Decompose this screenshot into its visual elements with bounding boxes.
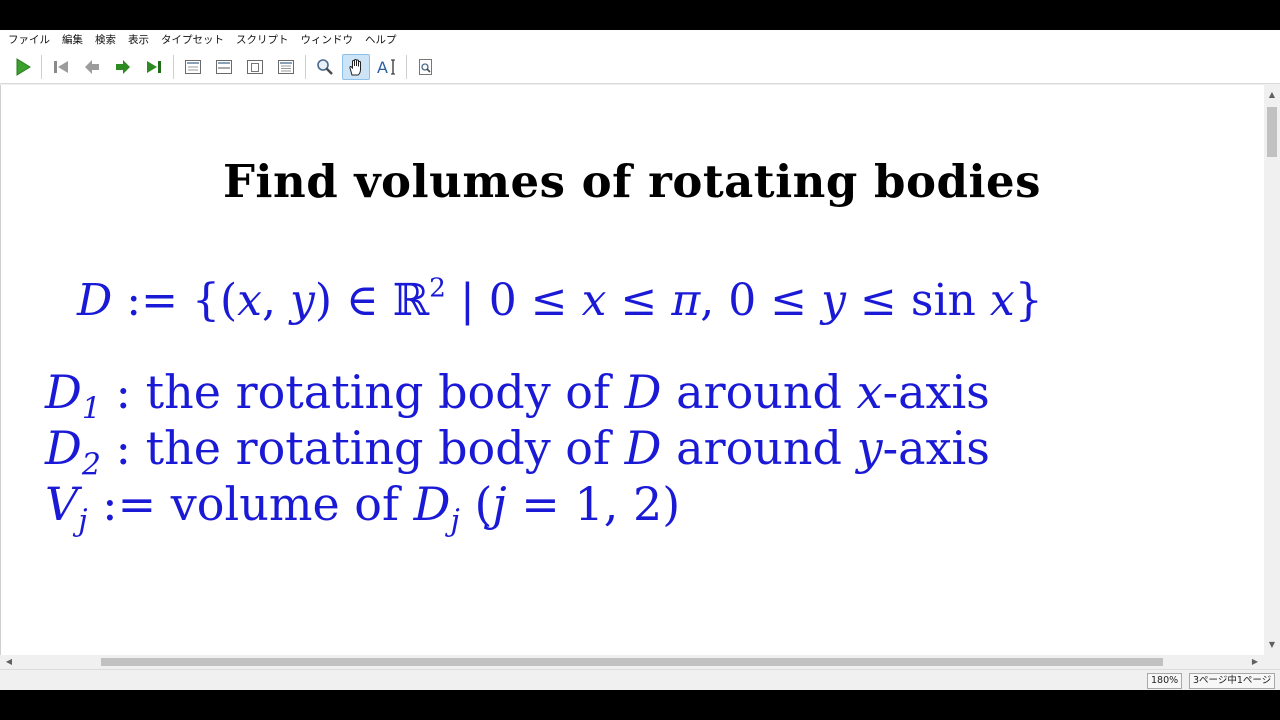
menu-help[interactable]: ヘルプ <box>359 30 403 50</box>
definition-d1: D1 : the rotating body of D around x-axi… <box>45 365 990 427</box>
svg-text:A: A <box>377 58 388 77</box>
vertical-scrollbar[interactable]: ▲ ▼ <box>1264 85 1280 655</box>
horizontal-scroll-thumb[interactable] <box>101 658 1163 666</box>
fit-width-icon <box>216 59 232 74</box>
toolbar-separator <box>41 54 42 79</box>
scrollbar-corner <box>1264 655 1280 669</box>
scroll-down-icon[interactable]: ▼ <box>1264 637 1280 653</box>
fit-window-button[interactable] <box>272 54 300 80</box>
menu-typeset[interactable]: タイプセット <box>155 30 230 50</box>
definition-vj: Vj := volume of Dj (j = 1, 2) <box>45 477 681 539</box>
menu-window[interactable]: ウィンドウ <box>295 30 360 50</box>
menu-view[interactable]: 表示 <box>122 30 155 50</box>
magnifier-icon <box>317 58 333 75</box>
next-page-icon <box>116 59 130 74</box>
fit-page-icon <box>247 59 263 74</box>
toolbar: A <box>0 50 1280 84</box>
document-search-button[interactable] <box>412 54 440 80</box>
horizontal-scrollbar[interactable]: ◀ ▶ <box>0 655 1264 669</box>
menu-script[interactable]: スクリプト <box>230 30 295 50</box>
first-page-button[interactable] <box>47 54 75 80</box>
definition-d2: D2 : the rotating body of D around y-axi… <box>45 421 990 483</box>
status-bar: 180% 3ページ中1ページ <box>0 669 1280 690</box>
previous-page-icon <box>85 59 99 74</box>
document-search-icon <box>419 58 432 75</box>
hand-tool-icon <box>349 58 361 75</box>
zoom-level[interactable]: 180% <box>1147 673 1183 689</box>
typeset-icon <box>16 57 31 76</box>
previous-page-button[interactable] <box>78 54 106 80</box>
menu-bar: ファイル 編集 検索 表示 タイプセット スクリプト ウィンドウ ヘルプ <box>0 30 1280 50</box>
typeset-button[interactable] <box>8 54 36 80</box>
fit-window-icon <box>278 59 294 74</box>
magnify-button[interactable] <box>311 54 339 80</box>
scroll-right-icon[interactable]: ▶ <box>1248 655 1262 669</box>
menu-edit[interactable]: 編集 <box>56 30 89 50</box>
page-title: Find volumes of rotating bodies <box>222 155 1042 208</box>
last-page-button[interactable] <box>140 54 168 80</box>
menu-file[interactable]: ファイル <box>2 30 56 50</box>
fit-width-button[interactable] <box>210 54 238 80</box>
domain-equation: D := {(x, y) ∈ ℝ2 | 0 ≤ x ≤ π, 0 ≤ y ≤ s… <box>77 272 1043 326</box>
hand-tool-button[interactable] <box>342 53 370 80</box>
next-page-button[interactable] <box>109 54 137 80</box>
actual-size-button[interactable] <box>179 54 207 80</box>
vertical-scroll-thumb[interactable] <box>1267 107 1277 157</box>
toolbar-separator <box>406 54 407 79</box>
toolbar-separator <box>305 54 306 79</box>
toolbar-separator <box>173 54 174 79</box>
pdf-page[interactable]: Find volumes of rotating bodies D := {(x… <box>0 85 1264 655</box>
fit-page-button[interactable] <box>241 54 269 80</box>
scroll-left-icon[interactable]: ◀ <box>2 655 16 669</box>
menu-search[interactable]: 検索 <box>89 30 122 50</box>
scroll-up-icon[interactable]: ▲ <box>1264 87 1280 103</box>
first-page-icon <box>54 60 68 73</box>
actual-size-icon <box>185 59 201 74</box>
last-page-icon <box>147 60 161 73</box>
texworks-window: ファイル 編集 検索 表示 タイプセット スクリプト ウィンドウ ヘルプ A F… <box>0 30 1280 690</box>
select-text-button[interactable]: A <box>373 54 401 80</box>
page-indicator[interactable]: 3ページ中1ページ <box>1189 673 1276 689</box>
select-text-icon: A <box>377 58 395 77</box>
